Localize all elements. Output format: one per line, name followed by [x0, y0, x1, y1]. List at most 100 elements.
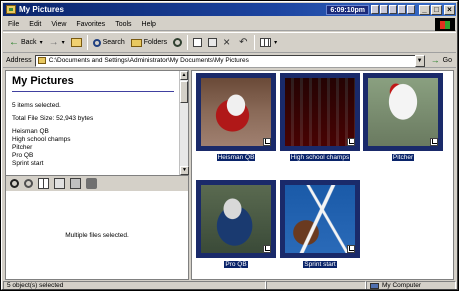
tray-icon[interactable] [398, 5, 406, 14]
address-dropdown-button[interactable]: ▼ [414, 54, 425, 67]
details-scrollbar[interactable]: ▲ ▼ [179, 71, 189, 175]
folders-button[interactable]: Folders [128, 35, 170, 51]
photo-pitcher [368, 78, 438, 146]
status-selection: 5 object(s) selected [3, 281, 266, 289]
actual-size-icon[interactable] [54, 178, 65, 189]
shortcut-badge-icon [347, 245, 355, 253]
fullscreen-icon[interactable] [70, 178, 81, 189]
search-icon [92, 38, 101, 47]
tray-icon[interactable] [407, 5, 415, 14]
scroll-thumb[interactable] [180, 81, 188, 103]
thumbnail-item[interactable]: Heisman QB [196, 73, 276, 163]
menu-edit[interactable]: Edit [24, 21, 46, 28]
explorer-window: My Pictures 6:09:10pm _ □ × File Edit Vi… [1, 1, 458, 290]
undo-icon [239, 38, 249, 48]
thumbnail-frame [196, 73, 276, 151]
folder-icon [37, 57, 46, 64]
move-to-icon [193, 38, 203, 47]
undo-button[interactable] [236, 35, 252, 51]
scroll-down-button[interactable]: ▼ [180, 166, 189, 175]
folders-icon [130, 38, 142, 47]
zoom-in-icon[interactable] [10, 179, 19, 188]
address-label: Address [6, 57, 32, 64]
folder-pictures-icon [6, 5, 16, 14]
go-arrow-icon [431, 56, 441, 66]
file-name: High school champs [12, 136, 71, 143]
history-icon [173, 38, 183, 47]
search-button[interactable]: Search [90, 35, 128, 51]
thumbnail-label: Sprint start [303, 261, 337, 268]
back-button[interactable]: Back ▾ [6, 35, 46, 51]
back-label: Back [21, 39, 37, 46]
windows-logo [435, 18, 455, 31]
window-title: My Pictures [19, 5, 64, 14]
move-to-button[interactable] [190, 35, 205, 51]
print-icon[interactable] [86, 178, 97, 189]
status-zone-label: My Computer [382, 282, 422, 289]
tray-icon[interactable] [389, 5, 397, 14]
folder-up-icon [70, 38, 82, 47]
preview-toolbar [6, 175, 188, 191]
preview-area: Multiple files selected. [6, 192, 188, 279]
views-button[interactable]: ▾ [257, 35, 280, 51]
menu-bar: File Edit View Favorites Tools Help [3, 18, 456, 31]
total-file-size: Total File Size: 52,943 bytes [12, 115, 94, 122]
copy-to-icon [208, 38, 218, 47]
thumbnail-frame [363, 73, 443, 151]
copy-to-button[interactable] [205, 35, 220, 51]
search-label: Search [102, 39, 125, 46]
shortcut-badge-icon [263, 245, 271, 253]
thumbnail-label: High school champs [289, 154, 351, 161]
menu-help[interactable]: Help [137, 21, 161, 28]
thumbnail-frame [280, 180, 360, 258]
toolbar-separator [86, 35, 88, 50]
close-button[interactable]: × [444, 4, 455, 15]
menu-tools[interactable]: Tools [110, 21, 136, 28]
chevron-down-icon: ▾ [274, 40, 278, 46]
zoom-out-icon[interactable] [24, 179, 33, 188]
shortcut-badge-icon [430, 138, 438, 146]
thumbnail-label: Heisman QB [216, 154, 256, 161]
photo-sprint [285, 185, 355, 253]
shortcut-badge-icon [347, 138, 355, 146]
thumbnail-item[interactable]: Pitcher [363, 73, 443, 163]
menu-favorites[interactable]: Favorites [71, 21, 110, 28]
file-name: Sprint start [12, 160, 44, 167]
address-bar: Address C:\Documents and Settings\Admini… [3, 54, 456, 68]
title-bar[interactable]: My Pictures 6:09:10pm _ □ × [3, 3, 456, 16]
history-button[interactable] [170, 35, 185, 51]
address-input[interactable]: C:\Documents and Settings\Administrator\… [34, 54, 416, 67]
tray-icon[interactable] [380, 5, 388, 14]
thumbnail-view: Heisman QB High school champs Pitcher Pr… [191, 70, 454, 280]
chevron-down-icon: ▾ [39, 40, 43, 46]
forward-arrow-icon [49, 38, 59, 48]
maximize-button[interactable]: □ [431, 4, 442, 15]
forward-button[interactable]: ▾ [46, 35, 68, 51]
tray-icon[interactable] [371, 5, 379, 14]
thumbnail-label: Pro QB [224, 261, 248, 268]
up-button[interactable] [68, 35, 85, 51]
delete-button[interactable] [220, 35, 236, 51]
minimize-button[interactable]: _ [419, 4, 430, 15]
status-panel [266, 281, 366, 289]
delete-icon [223, 38, 233, 48]
thumbnail-item[interactable]: Sprint start [280, 180, 360, 270]
toolbar-separator [254, 35, 256, 50]
selected-count: 5 items selected. [12, 102, 61, 109]
file-name: Pro QB [12, 152, 34, 159]
thumbnail-item[interactable]: High school champs [280, 73, 360, 163]
menu-file[interactable]: File [3, 21, 24, 28]
file-name: Heisman QB [12, 128, 49, 135]
preview-message: Multiple files selected. [65, 232, 129, 239]
toolbar-separator [187, 35, 189, 50]
photo-proqb [201, 185, 271, 253]
folders-label: Folders [143, 39, 168, 46]
my-computer-icon [370, 282, 379, 289]
status-zone: My Computer [366, 281, 456, 289]
best-fit-icon[interactable] [38, 178, 49, 189]
clock: 6:09:10pm [326, 4, 369, 15]
scroll-up-button[interactable]: ▲ [180, 71, 188, 80]
go-button[interactable]: Go [425, 56, 456, 66]
thumbnail-item[interactable]: Pro QB [196, 180, 276, 270]
menu-view[interactable]: View [46, 21, 71, 28]
